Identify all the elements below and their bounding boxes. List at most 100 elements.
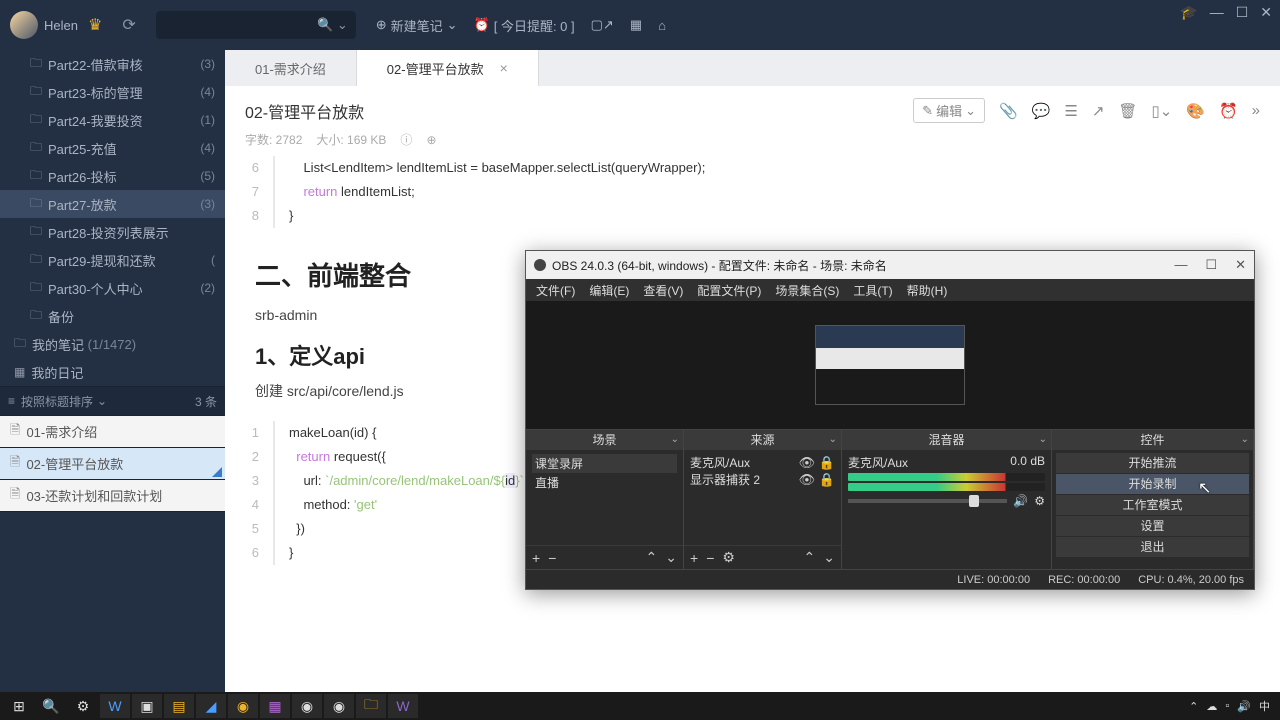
- apps-button[interactable]: ▦: [630, 17, 642, 33]
- ime-indicator[interactable]: 中: [1259, 698, 1270, 714]
- close-icon[interactable]: ✕: [1260, 4, 1272, 21]
- vscode-app-icon[interactable]: ◢: [196, 694, 226, 718]
- gear-icon[interactable]: ⚙: [1034, 494, 1045, 508]
- tab[interactable]: 02-管理平台放款×: [357, 50, 539, 86]
- folder-part28[interactable]: 🗀Part28-投资列表展示: [0, 218, 225, 246]
- hat-icon[interactable]: 🎓: [1180, 4, 1197, 21]
- controls-header[interactable]: 控件: [1052, 430, 1253, 450]
- gear-icon[interactable]: ⚙: [722, 549, 735, 566]
- code-text[interactable]: makeLoan(id) { return request({ url: `/a…: [275, 421, 528, 565]
- obs-titlebar[interactable]: OBS 24.0.3 (64-bit, windows) - 配置文件: 未命名…: [526, 251, 1254, 279]
- browser-app-icon[interactable]: ◉: [228, 694, 258, 718]
- source-item[interactable]: 显示器捕获 2👁 🔒: [690, 471, 835, 488]
- menu-file[interactable]: 文件(F): [536, 282, 575, 299]
- reminder-button[interactable]: ⏰[ 今日提醒: 0 ]: [474, 16, 575, 35]
- code-text[interactable]: List<LendItem> lendItemList = baseMapper…: [275, 156, 705, 228]
- obs-window[interactable]: OBS 24.0.3 (64-bit, windows) - 配置文件: 未命名…: [525, 250, 1255, 590]
- lock-icon[interactable]: 🔒: [819, 455, 835, 470]
- add-icon[interactable]: +: [532, 550, 540, 566]
- eye-icon[interactable]: 👁: [799, 472, 816, 487]
- add-meta-icon[interactable]: ⊕: [426, 133, 436, 147]
- my-diary[interactable]: ▦我的日记: [0, 358, 225, 386]
- word-app-icon[interactable]: W: [100, 694, 130, 718]
- more-icon[interactable]: »: [1252, 102, 1260, 119]
- obs-maximize-icon[interactable]: ☐: [1205, 257, 1217, 273]
- tray-chevron-icon[interactable]: ⌃: [1189, 700, 1198, 713]
- remove-icon[interactable]: −: [548, 550, 556, 566]
- avatar[interactable]: [10, 11, 38, 39]
- remove-icon[interactable]: −: [706, 550, 714, 566]
- add-icon[interactable]: +: [690, 550, 698, 566]
- comment-icon[interactable]: 💬: [1032, 102, 1051, 120]
- search-input[interactable]: 🔍 ⌄: [156, 11, 356, 39]
- menu-tools[interactable]: 工具(T): [853, 282, 892, 299]
- menu-edit[interactable]: 编辑(E): [589, 282, 629, 299]
- studio-mode-button[interactable]: 工作室模式: [1056, 495, 1249, 515]
- menu-help[interactable]: 帮助(H): [907, 282, 948, 299]
- info-icon[interactable]: ⓘ: [400, 131, 412, 148]
- exit-button[interactable]: 退出: [1056, 537, 1249, 557]
- system-tray[interactable]: ⌃ ☁ ▫ 🔊 中: [1189, 698, 1276, 714]
- obs-minimize-icon[interactable]: —: [1174, 257, 1187, 273]
- up-icon[interactable]: ⌃: [646, 549, 658, 566]
- app-icon[interactable]: ▦: [260, 694, 290, 718]
- start-button[interactable]: ⊞: [4, 694, 34, 718]
- sources-header[interactable]: 来源: [684, 430, 841, 450]
- home-button[interactable]: ⌂: [658, 18, 666, 33]
- trash-icon[interactable]: 🗑: [1118, 102, 1137, 120]
- terminal-app-icon[interactable]: ▣: [132, 694, 162, 718]
- menu-view[interactable]: 查看(V): [643, 282, 683, 299]
- volume-slider[interactable]: [848, 499, 1007, 503]
- scene-item[interactable]: 直播: [532, 473, 677, 492]
- folder-part29[interactable]: 🗀Part29-提现和还款(: [0, 246, 225, 274]
- folder-part23[interactable]: 🗀Part23-标的管理(4): [0, 78, 225, 106]
- folder-backup[interactable]: 🗀备份: [0, 302, 225, 330]
- obs-app-icon[interactable]: ◉: [324, 694, 354, 718]
- settings-button[interactable]: 设置: [1056, 516, 1249, 536]
- attach-icon[interactable]: 📎: [999, 102, 1018, 120]
- tab[interactable]: 01-需求介绍: [225, 50, 357, 86]
- down-icon[interactable]: ⌄: [665, 549, 677, 566]
- minimize-icon[interactable]: —: [1210, 4, 1224, 21]
- new-note-button[interactable]: ⊕新建笔记⌄: [376, 16, 458, 35]
- sync-icon[interactable]: ⟳: [122, 15, 135, 35]
- edit-button[interactable]: ✎编辑⌄: [913, 98, 985, 123]
- obs-preview[interactable]: [526, 301, 1254, 429]
- share-icon[interactable]: ↗: [1092, 102, 1105, 120]
- speaker-icon[interactable]: 🔊: [1013, 494, 1028, 508]
- menu-scenes[interactable]: 场景集合(S): [775, 282, 839, 299]
- folder-part25[interactable]: 🗀Part25-充值(4): [0, 134, 225, 162]
- alarm2-icon[interactable]: ⏰: [1219, 102, 1238, 120]
- up-icon[interactable]: ⌃: [804, 549, 816, 566]
- settings-task-icon[interactable]: ⚙: [68, 694, 98, 718]
- folder-part30[interactable]: 🗀Part30-个人中心(2): [0, 274, 225, 302]
- lock-icon[interactable]: 🔒: [819, 472, 835, 487]
- sort-bar[interactable]: ≡ 按照标题排序 ⌄ 3 条: [0, 386, 225, 416]
- cloud-icon[interactable]: ☁: [1206, 700, 1217, 713]
- menu-profile[interactable]: 配置文件(P): [697, 282, 761, 299]
- palette-icon[interactable]: 🎨: [1186, 102, 1205, 120]
- scenes-header[interactable]: 场景: [526, 430, 683, 450]
- outline-icon[interactable]: ☰: [1064, 102, 1077, 120]
- note-item[interactable]: 🗎03-还款计划和回款计划: [0, 480, 225, 512]
- folder-part24[interactable]: 🗀Part24-我要投资(1): [0, 106, 225, 134]
- down-icon[interactable]: ⌄: [823, 549, 835, 566]
- book-icon[interactable]: ▯⌄: [1151, 102, 1172, 120]
- eye-icon[interactable]: 👁: [799, 455, 816, 470]
- network-icon[interactable]: ▫: [1225, 700, 1229, 712]
- obs-close-icon[interactable]: ✕: [1235, 257, 1246, 273]
- mixer-header[interactable]: 混音器: [842, 430, 1051, 450]
- folder-part27[interactable]: 🗀Part27-放款(3): [0, 190, 225, 218]
- folder-part22[interactable]: 🗀Part22-借款审核(3): [0, 50, 225, 78]
- explorer-app-icon[interactable]: ▤: [164, 694, 194, 718]
- source-item[interactable]: 麦克风/Aux👁 🔒: [690, 454, 835, 471]
- folder-app-icon[interactable]: 🗀: [356, 694, 386, 718]
- start-stream-button[interactable]: 开始推流: [1056, 453, 1249, 473]
- chrome-app-icon[interactable]: ◉: [292, 694, 322, 718]
- scene-item[interactable]: 课堂录屏: [532, 454, 677, 473]
- my-notes[interactable]: 🗀我的笔记 (1/1472): [0, 330, 225, 358]
- app-icon[interactable]: W: [388, 694, 418, 718]
- note-item[interactable]: 🗎02-管理平台放款: [0, 448, 225, 480]
- search-task-icon[interactable]: 🔍: [36, 694, 66, 718]
- vip-icon[interactable]: ♛: [88, 15, 102, 35]
